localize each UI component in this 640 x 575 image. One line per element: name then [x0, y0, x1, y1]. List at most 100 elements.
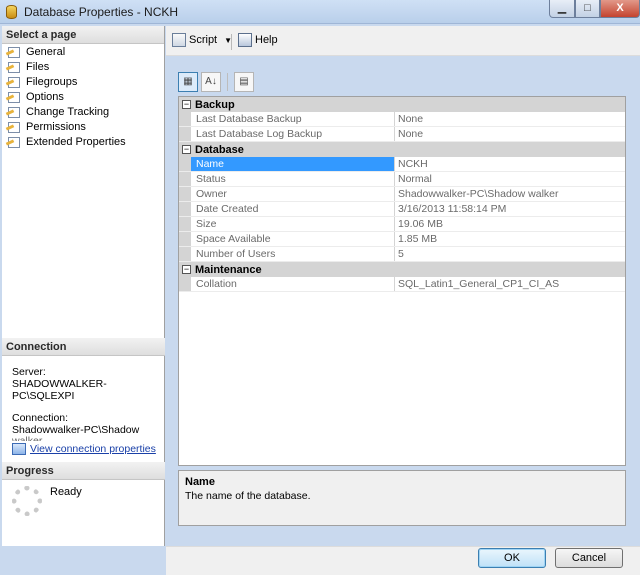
property-pages-icon[interactable]: ▤ — [234, 72, 254, 92]
page-item-label: Permissions — [26, 120, 86, 133]
help-icon — [238, 33, 252, 47]
maximize-button[interactable]: □ — [575, 0, 600, 18]
alphabetical-sort-icon[interactable]: A↓ — [201, 72, 221, 92]
property-name: Size — [191, 217, 395, 231]
row-gutter — [179, 157, 191, 171]
connection-details: Server: SHADOWWALKER-PC\SQLEXPI Connecti… — [2, 356, 165, 441]
category-maintenance[interactable]: − Maintenance — [179, 262, 625, 277]
select-page-heading: Select a page — [2, 26, 164, 44]
help-label: Help — [255, 34, 278, 46]
property-row[interactable]: Space Available 1.85 MB — [179, 232, 625, 247]
property-row[interactable]: Last Database Log Backup None — [179, 127, 625, 142]
page-item-label: Change Tracking — [26, 105, 110, 118]
category-label: Backup — [195, 98, 235, 111]
close-button[interactable]: X — [600, 0, 640, 18]
row-gutter — [179, 112, 191, 126]
property-row[interactable]: Last Database Backup None — [179, 112, 625, 127]
property-name: Name — [191, 157, 395, 171]
page-item-filegroups[interactable]: Filegroups — [2, 74, 164, 89]
page-item-label: General — [26, 45, 66, 58]
connection-section: Connection Server: SHADOWWALKER-PC\SQLEX… — [2, 338, 165, 455]
progress-spinner-icon — [12, 486, 42, 516]
property-row[interactable]: Owner Shadowwalker-PC\Shadow walker — [179, 187, 625, 202]
script-icon — [172, 33, 186, 47]
ok-button[interactable]: OK — [478, 548, 546, 568]
property-value[interactable]: SQL_Latin1_General_CP1_CI_AS — [395, 277, 625, 291]
page-item-label: Files — [26, 60, 50, 73]
page-item-options[interactable]: Options — [2, 89, 164, 104]
row-gutter — [179, 277, 191, 291]
cancel-button[interactable]: Cancel — [555, 548, 623, 568]
property-row[interactable]: Number of Users 5 — [179, 247, 625, 262]
property-value[interactable]: 3/16/2013 11:58:14 PM — [395, 202, 625, 216]
row-gutter — [179, 202, 191, 216]
page-icon — [6, 91, 22, 103]
page-item-change-tracking[interactable]: Change Tracking — [2, 104, 164, 119]
page-item-permissions[interactable]: Permissions — [2, 119, 164, 134]
page-list: General Files Filegroups Options Change … — [2, 44, 164, 149]
script-label: Script — [189, 34, 218, 46]
property-name: Last Database Log Backup — [191, 127, 395, 141]
property-row[interactable]: Size 19.06 MB — [179, 217, 625, 232]
property-value[interactable]: 5 — [395, 247, 625, 261]
page-item-label: Extended Properties — [26, 135, 126, 148]
database-properties-window: Database Properties - NCKH ▁ □ X Select … — [0, 0, 640, 575]
description-text: The name of the database. — [185, 490, 311, 502]
property-value[interactable]: 19.06 MB — [395, 217, 625, 231]
property-row-selected[interactable]: Name NCKH — [179, 157, 625, 172]
page-item-general[interactable]: General — [2, 44, 164, 59]
collapse-icon[interactable]: − — [182, 265, 191, 274]
connection-heading: Connection — [2, 338, 165, 356]
page-item-files[interactable]: Files — [2, 59, 164, 74]
title-bar: Database Properties - NCKH ▁ □ X — [0, 0, 640, 24]
script-button[interactable]: Script ▼ — [172, 33, 232, 47]
collapse-icon[interactable]: − — [182, 100, 191, 109]
property-name: Last Database Backup — [191, 112, 395, 126]
help-button[interactable]: Help — [238, 33, 278, 47]
page-icon — [6, 61, 22, 73]
category-database[interactable]: − Database — [179, 142, 625, 157]
category-label: Maintenance — [195, 263, 262, 276]
property-name: Space Available — [191, 232, 395, 246]
page-icon — [6, 76, 22, 88]
row-gutter — [179, 172, 191, 186]
toolbar-separator — [231, 34, 232, 50]
property-grid-toolbar: ▦ A↓ ▤ — [178, 72, 254, 94]
row-gutter — [179, 187, 191, 201]
row-gutter — [179, 217, 191, 231]
property-value[interactable]: None — [395, 127, 625, 141]
property-value[interactable]: Normal — [395, 172, 625, 186]
property-row[interactable]: Collation SQL_Latin1_General_CP1_CI_AS — [179, 277, 625, 292]
grid-toolbar-separator — [227, 73, 228, 91]
category-label: Database — [195, 143, 244, 156]
property-value[interactable]: Shadowwalker-PC\Shadow walker — [395, 187, 625, 201]
view-connection-properties-link[interactable]: View connection properties — [2, 443, 165, 455]
window-title: Database Properties - NCKH — [24, 5, 179, 19]
database-icon — [6, 5, 17, 19]
page-icon — [6, 136, 22, 148]
progress-heading: Progress — [2, 462, 165, 480]
property-name: Status — [191, 172, 395, 186]
progress-status: Ready — [50, 486, 82, 498]
property-value[interactable]: None — [395, 112, 625, 126]
connection-value-overflow: walker — [12, 436, 165, 441]
progress-section: Progress Ready — [2, 462, 165, 516]
connection-value: Shadowwalker-PC\Shadow — [12, 424, 140, 436]
properties-icon — [12, 443, 26, 455]
property-name: Collation — [191, 277, 395, 291]
property-row[interactable]: Status Normal — [179, 172, 625, 187]
property-value[interactable]: 1.85 MB — [395, 232, 625, 246]
category-backup[interactable]: − Backup — [179, 97, 625, 112]
collapse-icon[interactable]: − — [182, 145, 191, 154]
row-gutter — [179, 127, 191, 141]
page-icon — [6, 46, 22, 58]
connection-label: Connection: — [12, 412, 69, 424]
row-gutter — [179, 247, 191, 261]
property-value[interactable]: NCKH — [395, 157, 625, 171]
categorized-view-icon[interactable]: ▦ — [178, 72, 198, 92]
view-connection-properties-label: View connection properties — [30, 443, 156, 455]
property-row[interactable]: Date Created 3/16/2013 11:58:14 PM — [179, 202, 625, 217]
minimize-button[interactable]: ▁ — [549, 0, 575, 18]
property-name: Date Created — [191, 202, 395, 216]
page-item-extended-properties[interactable]: Extended Properties — [2, 134, 164, 149]
